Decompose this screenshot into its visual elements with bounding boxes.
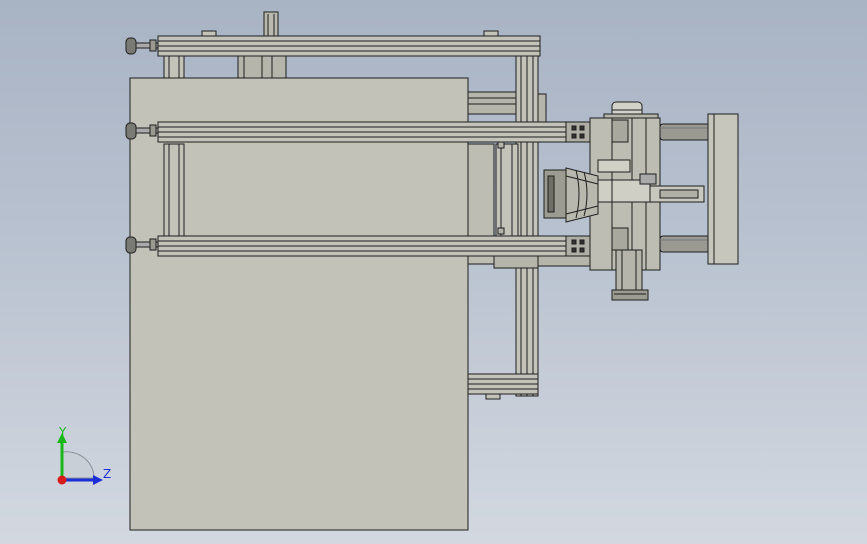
x-axis-origin xyxy=(57,475,67,485)
end-plate xyxy=(707,113,739,265)
coordinate-triad: Y Z xyxy=(57,425,111,485)
y-axis-label: Y xyxy=(58,425,67,439)
middle-rail-lower xyxy=(157,235,591,257)
z-axis-label: Z xyxy=(103,467,111,481)
gripper xyxy=(543,167,599,223)
top-rail xyxy=(157,30,541,57)
right-frame-post xyxy=(515,55,547,397)
cad-viewport[interactable]: Y Z xyxy=(0,0,867,544)
leveling-foot-top xyxy=(125,37,159,55)
middle-rail-upper xyxy=(157,121,591,143)
cylinder-lower xyxy=(659,235,711,253)
cylinder-upper xyxy=(659,123,711,141)
triad-quadrant xyxy=(61,451,95,479)
cad-model-drawing: Y Z xyxy=(57,11,739,531)
